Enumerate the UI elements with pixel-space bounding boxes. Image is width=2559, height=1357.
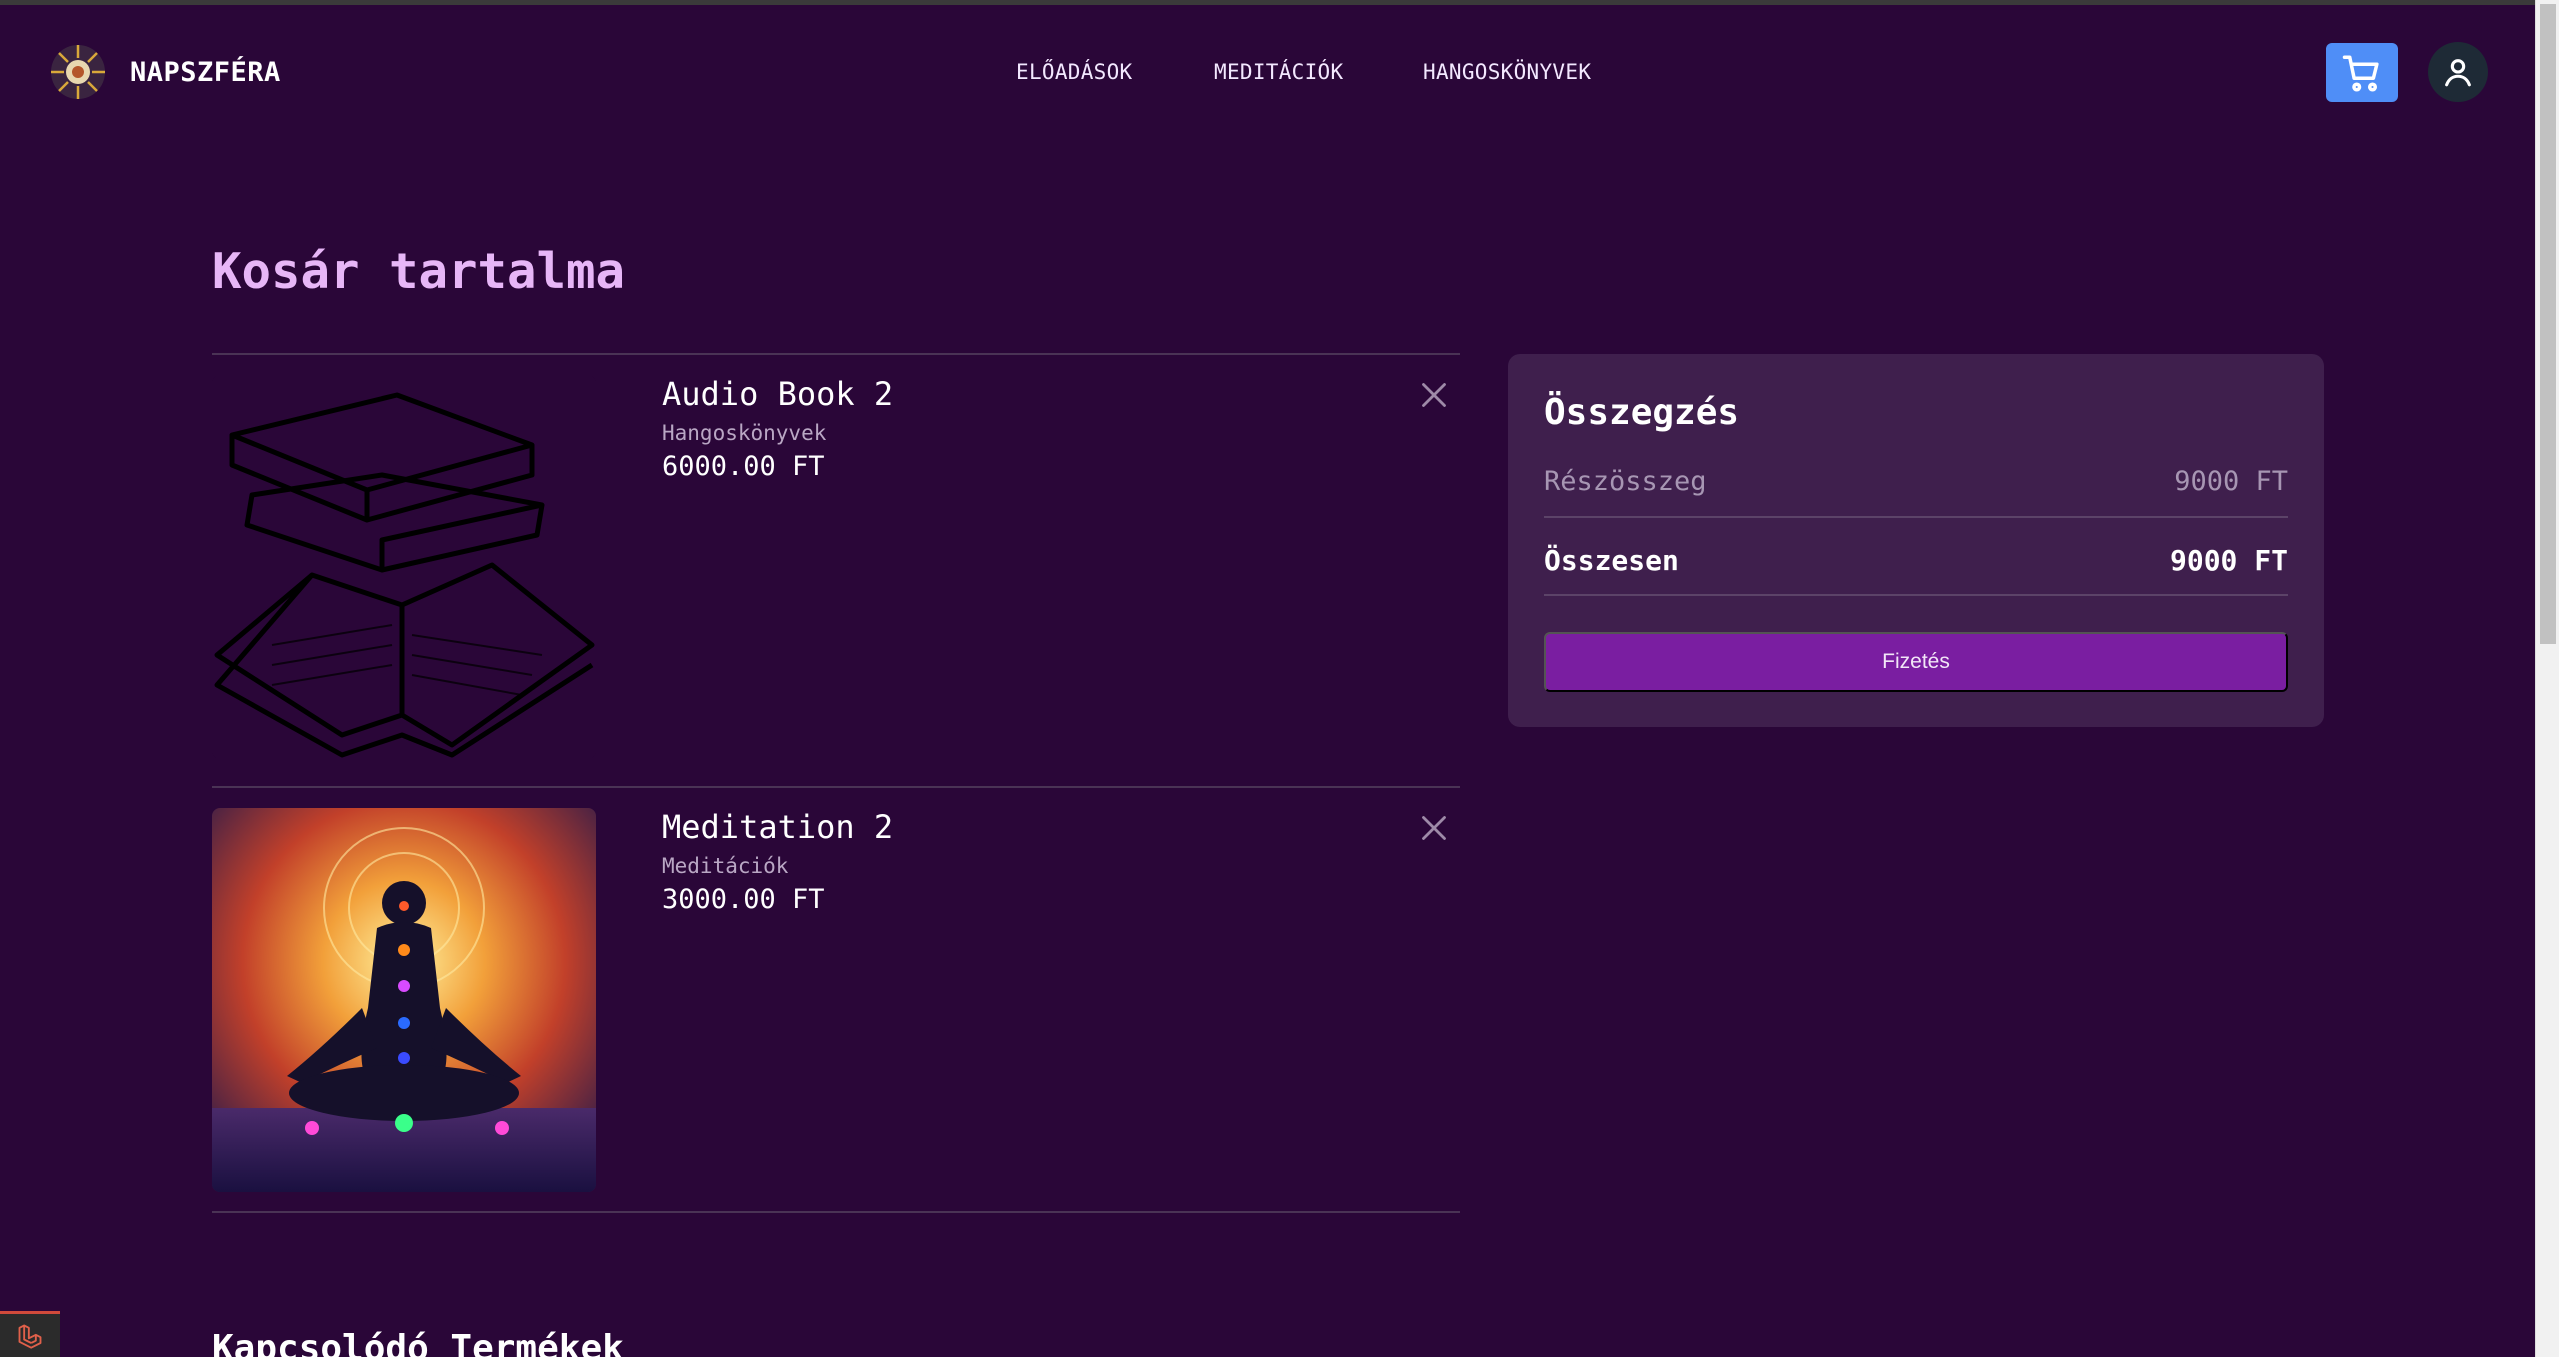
site-header: NAPSZFÉRA ELŐADÁSOK MEDITÁCIÓK HANGOSKÖN… [0,5,2535,140]
item-category: Meditációk [662,854,789,878]
item-name[interactable]: Audio Book 2 [662,375,893,413]
summary-title: Összegzés [1544,392,1740,433]
user-profile-button[interactable] [2428,42,2488,102]
cart-item: Audio Book 2 Hangoskönyvek 6000.00 FT [212,353,1460,786]
shopping-cart-icon [2342,55,2379,92]
item-price: 6000.00 FT [662,451,825,482]
summary-divider [1544,594,2288,596]
item-name[interactable]: Meditation 2 [662,808,893,846]
audiobook-image [212,375,596,759]
sun-logo-icon [51,45,105,99]
nav-link-hangoskonyvek[interactable]: HANGOSKÖNYVEK [1423,60,1591,84]
cart-button[interactable] [2326,43,2398,102]
checkout-button[interactable]: Fizetés [1544,632,2288,692]
summary-divider [1544,516,2288,518]
brand-name: NAPSZFÉRA [130,56,281,88]
order-summary: Összegzés Részösszeg 9000 FT Összesen 90… [1508,354,2324,727]
user-icon [2445,59,2471,87]
laravel-logo-icon [18,1324,42,1349]
cart-item: Meditation 2 Meditációk 3000.00 FT [212,786,1460,1213]
cart-items-list: Audio Book 2 Hangoskönyvek 6000.00 FT Me… [212,353,1460,1213]
total-value: 9000 FT [2169,544,2288,577]
subtotal-label: Részösszeg [1544,466,1707,497]
vertical-scrollbar[interactable] [2535,0,2559,1357]
related-products-title: Kapcsolódó Termékek [212,1328,624,1357]
meditation-illustration [212,808,596,1192]
brand[interactable]: NAPSZFÉRA [48,42,281,102]
debugbar-toggle[interactable] [0,1311,60,1357]
nav-link-eloadasok[interactable]: ELŐADÁSOK [1016,60,1133,84]
page-title: Kosár tartalma [212,243,626,300]
close-icon[interactable] [1420,381,1448,409]
subtotal-row: Részösszeg 9000 FT [1544,466,2288,497]
scrollbar-thumb[interactable] [2540,4,2556,644]
book-stack-illustration [212,375,596,759]
item-price: 3000.00 FT [662,884,825,915]
item-category: Hangoskönyvek [662,421,827,445]
subtotal-value: 9000 FT [2174,466,2288,497]
total-label: Összesen [1544,544,1679,577]
nav-link-meditaciok[interactable]: MEDITÁCIÓK [1214,60,1343,84]
meditation-image [212,808,596,1192]
close-icon[interactable] [1420,814,1448,842]
total-row: Összesen 9000 FT [1544,544,2288,577]
